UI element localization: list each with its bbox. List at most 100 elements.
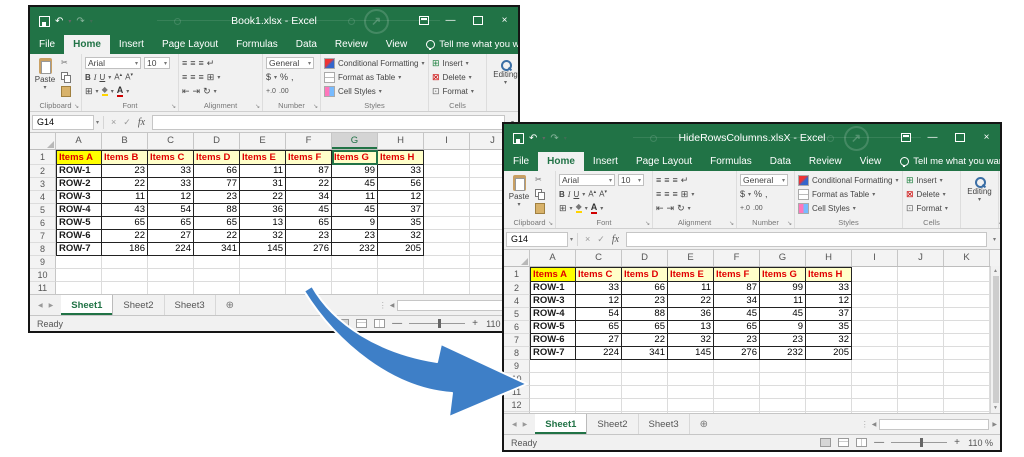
cell-B1[interactable]: Items B xyxy=(102,150,148,165)
cell-H2[interactable]: 33 xyxy=(806,282,852,295)
cell-G7[interactable]: 23 xyxy=(332,230,378,243)
increase-indent-icon[interactable]: ⇥ xyxy=(193,86,201,96)
row-header-11[interactable]: 11 xyxy=(30,282,56,294)
zoom-level-label[interactable]: 110 % xyxy=(967,438,993,448)
dialog-launcher-icon[interactable]: ↘ xyxy=(787,220,792,227)
wrap-text-icon[interactable]: ↵ xyxy=(207,58,215,68)
cell-D1[interactable]: Items D xyxy=(622,267,668,282)
cell-A5[interactable]: ROW-4 xyxy=(530,308,576,321)
cell-C7[interactable]: 27 xyxy=(148,230,194,243)
borders-icon[interactable]: ⊞ xyxy=(85,86,93,96)
cell-K8[interactable] xyxy=(944,347,990,360)
cell-D9[interactable] xyxy=(194,256,240,269)
cell-A4[interactable]: ROW-3 xyxy=(530,295,576,308)
row-header-1[interactable]: 1 xyxy=(504,267,530,282)
cell-A11[interactable] xyxy=(530,386,576,399)
cell-F8[interactable]: 276 xyxy=(286,243,332,256)
percent-style-icon[interactable]: % xyxy=(754,189,762,199)
increase-font-size-button[interactable]: A xyxy=(588,189,596,199)
bottom-align-icon[interactable]: ≡ xyxy=(673,175,678,185)
page-layout-view-icon[interactable] xyxy=(356,319,367,328)
cell-F1[interactable]: Items F xyxy=(286,150,332,165)
cell-H6[interactable]: 35 xyxy=(378,217,424,230)
hscroll-left-icon[interactable]: ◀ xyxy=(872,421,877,428)
cell-E7[interactable]: 32 xyxy=(668,334,714,347)
align-right-icon[interactable]: ≡ xyxy=(673,189,678,199)
cell-K2[interactable] xyxy=(944,282,990,295)
qat-customize-icon[interactable]: ▾ xyxy=(90,18,93,25)
cell-C7[interactable]: 27 xyxy=(576,334,622,347)
cell-A1[interactable]: Items A xyxy=(56,150,102,165)
editing-group[interactable]: Editing ▾ xyxy=(961,171,999,228)
cell-I6[interactable] xyxy=(852,321,898,334)
underline-dropdown-icon[interactable]: ▾ xyxy=(582,191,585,198)
cell-E6[interactable]: 13 xyxy=(240,217,286,230)
dialog-launcher-icon[interactable]: ↘ xyxy=(313,103,318,110)
cell-D1[interactable]: Items D xyxy=(194,150,240,165)
cell-D3[interactable]: 77 xyxy=(194,178,240,191)
cell-I11[interactable] xyxy=(852,386,898,399)
ribbon-tab-view[interactable]: View xyxy=(377,35,417,54)
cell-J6[interactable] xyxy=(898,321,944,334)
decrease-indent-icon[interactable]: ⇤ xyxy=(656,203,664,213)
cell-G3[interactable]: 45 xyxy=(332,178,378,191)
cell-K5[interactable] xyxy=(944,308,990,321)
ribbon-tab-data[interactable]: Data xyxy=(287,35,326,54)
formula-input[interactable] xyxy=(152,115,505,130)
page-break-view-icon[interactable] xyxy=(374,319,385,328)
zoom-slider[interactable] xyxy=(409,323,465,324)
cell-D12[interactable] xyxy=(622,399,668,412)
cell-E1[interactable]: Items E xyxy=(240,150,286,165)
cell-F4[interactable]: 34 xyxy=(714,295,760,308)
cell-C13[interactable] xyxy=(576,412,622,413)
cell-I12[interactable] xyxy=(852,399,898,412)
cell-H7[interactable]: 32 xyxy=(806,334,852,347)
cell-D5[interactable]: 88 xyxy=(194,204,240,217)
dialog-launcher-icon[interactable]: ↘ xyxy=(74,103,79,110)
sheet-prev-icon[interactable]: ◀ xyxy=(38,302,43,309)
cell-J7[interactable] xyxy=(898,334,944,347)
cell-I8[interactable] xyxy=(852,347,898,360)
font-color-dropdown-icon[interactable]: ▾ xyxy=(600,205,603,212)
cell-C10[interactable] xyxy=(576,373,622,386)
cell-F10[interactable] xyxy=(286,269,332,282)
cell-C6[interactable]: 65 xyxy=(576,321,622,334)
cell-C2[interactable]: 33 xyxy=(148,165,194,178)
undo-icon[interactable]: ↶ xyxy=(55,16,63,27)
cell-B7[interactable]: 22 xyxy=(102,230,148,243)
cell-G2[interactable]: 99 xyxy=(760,282,806,295)
cell-H1[interactable]: Items H xyxy=(378,150,424,165)
cut-icon[interactable]: ✂ xyxy=(61,58,71,69)
cell-A5[interactable]: ROW-4 xyxy=(56,204,102,217)
scroll-up-icon[interactable]: ▲ xyxy=(993,268,998,274)
cell-C9[interactable] xyxy=(576,360,622,373)
cell-F7[interactable]: 23 xyxy=(286,230,332,243)
cell-styles-button[interactable]: Cell Styles ▾ xyxy=(324,84,425,98)
cell-A4[interactable]: ROW-3 xyxy=(56,191,102,204)
tell-me-box[interactable]: Tell me what you want to do xyxy=(426,35,518,54)
minimize-icon[interactable]: — xyxy=(437,7,464,35)
cell-C5[interactable]: 54 xyxy=(148,204,194,217)
cell-E6[interactable]: 13 xyxy=(668,321,714,334)
cell-D10[interactable] xyxy=(194,269,240,282)
page-break-view-icon[interactable] xyxy=(856,438,867,447)
cell-E9[interactable] xyxy=(240,256,286,269)
undo-dropdown-icon[interactable]: ▾ xyxy=(68,18,71,25)
ribbon-tab-formulas[interactable]: Formulas xyxy=(701,152,761,171)
accounting-format-icon[interactable]: $ xyxy=(740,189,745,199)
fill-color-icon[interactable]: ◆ xyxy=(102,86,108,96)
close-icon[interactable]: × xyxy=(973,124,1000,152)
orientation-icon[interactable]: ↻ xyxy=(677,203,685,213)
cell-I4[interactable] xyxy=(424,191,470,204)
cell-H10[interactable] xyxy=(806,373,852,386)
ribbon-tab-insert[interactable]: Insert xyxy=(584,152,627,171)
ribbon-tab-review[interactable]: Review xyxy=(326,35,377,54)
cell-B4[interactable]: 11 xyxy=(102,191,148,204)
name-box-dropdown-icon[interactable]: ▾ xyxy=(94,119,103,126)
cell-H9[interactable] xyxy=(378,256,424,269)
minimize-icon[interactable]: — xyxy=(919,124,946,152)
cell-F12[interactable] xyxy=(714,399,760,412)
ribbon-tab-page-layout[interactable]: Page Layout xyxy=(627,152,701,171)
cell-G8[interactable]: 232 xyxy=(332,243,378,256)
cell-E10[interactable] xyxy=(240,269,286,282)
